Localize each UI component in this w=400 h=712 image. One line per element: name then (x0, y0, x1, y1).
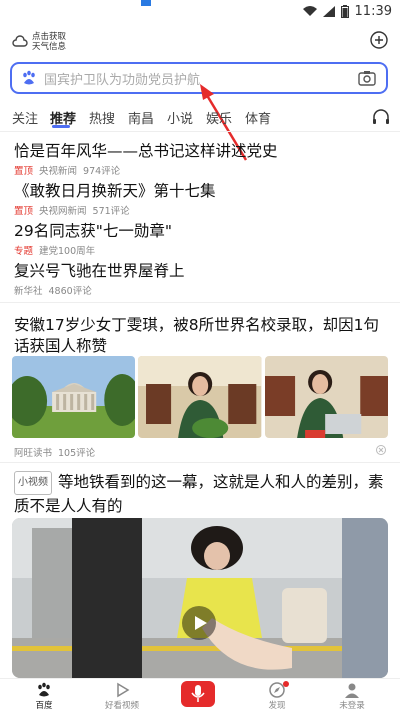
weather-widget[interactable]: 点击获取 天气信息 (12, 32, 66, 52)
news-tag: 置顶 (14, 166, 34, 177)
news-comments: 974评论 (83, 166, 121, 177)
news-comments: 4860评论 (48, 286, 92, 297)
news-comments: 571评论 (92, 206, 130, 217)
video-thumbnail[interactable] (12, 518, 388, 678)
tab-follow[interactable]: 关注 (12, 108, 38, 127)
tab-novel[interactable]: 小说 (167, 108, 193, 127)
news-title: 《敢教日月换新天》第十七集 (14, 182, 216, 200)
cloud-icon (12, 35, 28, 47)
news-tag: 专题 (14, 246, 34, 257)
nav-video[interactable]: 好看视频 (92, 681, 152, 711)
camera-icon[interactable] (358, 70, 376, 86)
divider (0, 302, 400, 303)
article-image-student-1 (138, 356, 262, 438)
news-source: 央视新闻 (39, 166, 78, 177)
nav-home-label: 百度 (35, 701, 53, 711)
notification-indicator (141, 0, 151, 6)
search-box[interactable]: 国宾护卫队为功勋党员护航 (10, 62, 388, 94)
divider (0, 462, 400, 463)
weather-line-2: 天气信息 (32, 42, 67, 52)
news-item[interactable]: 《敢教日月换新天》第十七集 置顶 央视网新闻 571评论 (14, 179, 216, 217)
article-title: 安徽17岁少女丁雯琪，被8所世界名校录取，却因1句话获国人称赞 (14, 316, 379, 355)
weather-line-1: 点击获取 (32, 32, 67, 42)
article-card[interactable]: 安徽17岁少女丁雯琪，被8所世界名校录取，却因1句话获国人称赞 (14, 315, 386, 357)
add-icon[interactable] (370, 31, 388, 49)
news-item[interactable]: 29名同志获"七一勋章" 专题 建党100周年 (14, 219, 172, 257)
voice-search-button[interactable] (181, 681, 215, 707)
divider (0, 131, 400, 132)
headphones-icon[interactable] (372, 108, 390, 126)
nav-home[interactable]: 百度 (14, 681, 74, 711)
search-input[interactable]: 国宾护卫队为功勋党员护航 (44, 69, 200, 88)
clock: 11:39 (354, 4, 392, 19)
nav-discover-label: 发现 (268, 701, 286, 711)
battery-icon (340, 5, 349, 18)
dismiss-icon[interactable] (376, 445, 386, 455)
news-title: 恰是百年风华——总书记这样讲述党史 (14, 142, 278, 160)
tab-entertainment[interactable]: 娱乐 (206, 108, 232, 127)
article-image-student-2 (264, 356, 388, 438)
notification-dot (283, 681, 289, 687)
user-icon (345, 683, 359, 698)
tab-nanchang[interactable]: 南昌 (128, 108, 154, 127)
article-meta: 阿旺读书 105评论 (14, 445, 95, 459)
video-badge: 小视频 (14, 471, 52, 495)
news-source: 新华社 (14, 286, 43, 297)
news-title: 29名同志获"七一勋章" (14, 222, 172, 240)
play-button[interactable] (182, 606, 216, 640)
news-source: 建党100周年 (39, 246, 96, 257)
microphone-icon (191, 685, 205, 702)
article-source: 阿旺读书 (14, 448, 53, 459)
wifi-icon (302, 6, 317, 16)
article-images[interactable] (12, 356, 388, 438)
nav-video-label: 好看视频 (104, 701, 139, 711)
news-source: 央视网新闻 (39, 206, 87, 217)
nav-discover[interactable]: 发现 (247, 681, 307, 711)
article-image-campus (12, 356, 136, 438)
tab-hot[interactable]: 热搜 (89, 108, 115, 127)
news-item[interactable]: 恰是百年风华——总书记这样讲述党史 置顶 央视新闻 974评论 (14, 139, 278, 177)
play-triangle-icon (117, 682, 130, 698)
video-title: 等地铁看到的这一幕，这就是人和人的差别，素质不是人人有的 (14, 473, 384, 515)
news-tag: 置顶 (14, 206, 34, 217)
baidu-paw-icon (23, 70, 35, 85)
nav-profile-label: 未登录 (339, 701, 365, 711)
tab-sports[interactable]: 体育 (245, 108, 271, 127)
active-tab-indicator (52, 125, 70, 128)
video-card-title[interactable]: 小视频 等地铁看到的这一幕，这就是人和人的差别，素质不是人人有的 (14, 471, 386, 517)
news-item[interactable]: 复兴号飞驰在世界屋脊上 新华社 4860评论 (14, 259, 185, 297)
article-comments: 105评论 (58, 448, 96, 459)
news-title: 复兴号飞驰在世界屋脊上 (14, 262, 185, 280)
nav-profile[interactable]: 未登录 (322, 681, 382, 711)
status-bar: 11:39 (0, 0, 400, 24)
signal-icon (322, 6, 335, 17)
baidu-paw-icon (38, 682, 50, 697)
play-icon (195, 616, 207, 630)
